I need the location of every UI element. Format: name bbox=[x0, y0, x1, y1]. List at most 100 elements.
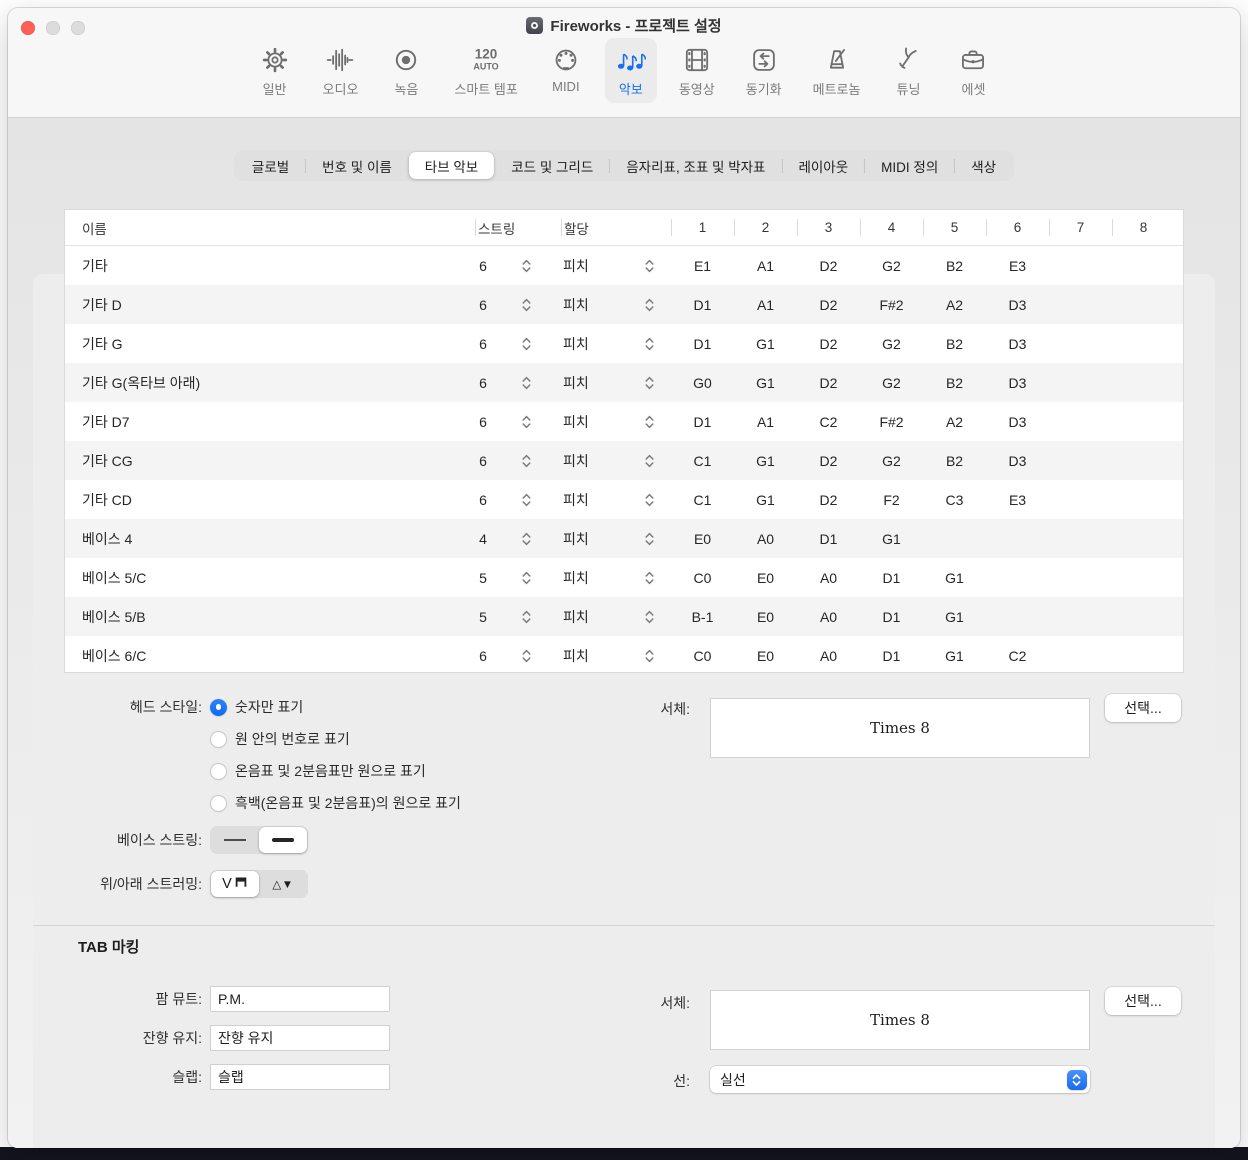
head-style-label: 헤드 스타일: bbox=[129, 699, 202, 715]
head-style-radio-2[interactable] bbox=[210, 730, 227, 748]
line-style-label: 선: bbox=[673, 1073, 690, 1089]
tuning-row[interactable]: 베이스 4 4 피치 E0 A0 D1 G1 bbox=[65, 519, 1183, 558]
string-count-stepper-icon[interactable] bbox=[505, 413, 547, 431]
string-count-stepper-icon[interactable] bbox=[505, 257, 547, 275]
marking-field-input-1[interactable] bbox=[210, 986, 390, 1012]
toolbar-item-smart-tempo[interactable]: 120 AUTO 스마트 템포 bbox=[445, 38, 526, 103]
head-style-radio-1[interactable] bbox=[210, 698, 227, 716]
assignment-stepper-icon[interactable] bbox=[627, 530, 671, 548]
note-cell-string-2: G1 bbox=[756, 452, 775, 469]
tuning-row[interactable]: 베이스 5/C 5 피치 C0 E0 A0 D1 G1 bbox=[65, 558, 1183, 597]
assignment-value: 피치 bbox=[563, 530, 589, 547]
assignment-stepper-icon[interactable] bbox=[627, 335, 671, 353]
bass-string-segment-thin-line[interactable] bbox=[211, 827, 259, 853]
marking-field-input-3[interactable] bbox=[210, 1064, 390, 1090]
note-cell-string-6: E3 bbox=[1008, 257, 1027, 274]
note-cell-string-2: A0 bbox=[756, 530, 775, 547]
toolbar-item-gear[interactable]: 일반 bbox=[249, 38, 301, 103]
toolbar-item-sync[interactable]: 동기화 bbox=[737, 38, 791, 103]
svg-text:120: 120 bbox=[475, 47, 498, 62]
toolbar-item-briefcase[interactable]: 에셋 bbox=[947, 38, 999, 103]
strumming-segment-bow[interactable]: V bbox=[211, 871, 259, 897]
window-chrome: Fireworks - 프로젝트 설정 일반 오디오 녹음 120 AUTO 스마트 템포… bbox=[8, 8, 1240, 118]
tab-2[interactable]: 번호 및 이름 bbox=[306, 152, 408, 179]
note-cell-string-3: A0 bbox=[819, 647, 838, 664]
tab-6[interactable]: 레이아웃 bbox=[782, 152, 864, 179]
marking-field-input-2[interactable] bbox=[210, 1025, 390, 1051]
column-header-string-3: 3 bbox=[797, 210, 860, 245]
note-cell-string-6: D3 bbox=[1008, 413, 1027, 430]
strumming-segment-triangles[interactable]: △▼ bbox=[259, 871, 307, 897]
assignment-stepper-icon[interactable] bbox=[627, 569, 671, 587]
string-count-stepper-icon[interactable] bbox=[505, 452, 547, 470]
assignment-stepper-icon[interactable] bbox=[627, 491, 671, 509]
assignment-value: 피치 bbox=[563, 647, 589, 664]
notation-font-choose-button[interactable]: 선택... bbox=[1105, 694, 1181, 722]
tab-1[interactable]: 글로벌 bbox=[236, 152, 305, 179]
tab-marking-title: TAB 마킹 bbox=[78, 939, 140, 956]
tuning-row[interactable]: 기타 CG 6 피치 C1 G1 D2 G2 B2 D3 bbox=[65, 441, 1183, 480]
tab-8[interactable]: 색상 bbox=[955, 152, 1012, 179]
toolbar-item-film[interactable]: 동영상 bbox=[670, 38, 724, 103]
string-count-stepper-icon[interactable] bbox=[505, 374, 547, 392]
column-header-string-7: 7 bbox=[1049, 210, 1112, 245]
toolbar-item-tuning-fork[interactable]: 튜닝 bbox=[882, 38, 934, 103]
string-count-value: 6 bbox=[479, 647, 487, 664]
string-count-stepper-icon[interactable] bbox=[505, 296, 547, 314]
assignment-stepper-icon[interactable] bbox=[627, 413, 671, 431]
note-cell-string-2: E0 bbox=[756, 608, 775, 625]
tuning-name-cell: 기타 bbox=[82, 257, 108, 274]
assignment-stepper-icon[interactable] bbox=[627, 257, 671, 275]
tab-7[interactable]: MIDI 정의 bbox=[865, 152, 954, 179]
bass-string-segment-thick-line[interactable] bbox=[259, 827, 307, 853]
notation-font-preview-text: Times 8 bbox=[870, 719, 930, 737]
tuning-row[interactable]: 기타 CD 6 피치 C1 G1 D2 F2 C3 E3 bbox=[65, 480, 1183, 519]
head-style-radio-4[interactable] bbox=[210, 794, 227, 812]
toolbar-item-metronome[interactable]: 메트로놈 bbox=[804, 38, 870, 103]
note-cell-string-3: C2 bbox=[819, 413, 838, 430]
tab-5[interactable]: 음자리표, 조표 및 박자표 bbox=[610, 152, 781, 179]
score-settings-tabs: 글로벌 번호 및 이름 타브 악보 코드 및 그리드 음자리표, 조표 및 박자표 레이아… bbox=[233, 150, 1015, 181]
dropdown-stepper-icon bbox=[1066, 1069, 1087, 1090]
string-count-stepper-icon[interactable] bbox=[505, 608, 547, 626]
toolbar-item-waveform[interactable]: 오디오 bbox=[314, 38, 368, 103]
tuning-row[interactable]: 베이스 5/B 5 피치 B-1 E0 A0 D1 G1 bbox=[65, 597, 1183, 636]
note-cell-string-1: C1 bbox=[693, 491, 712, 508]
tuning-row[interactable]: 베이스 6/C 6 피치 C0 E0 A0 D1 G1 C2 bbox=[65, 636, 1183, 672]
note-cell-string-4: D1 bbox=[882, 569, 901, 586]
string-count-stepper-icon[interactable] bbox=[505, 335, 547, 353]
tuning-row[interactable]: 기타 G 6 피치 D1 G1 D2 G2 B2 D3 bbox=[65, 324, 1183, 363]
string-count-stepper-icon[interactable] bbox=[505, 491, 547, 509]
assignment-stepper-icon[interactable] bbox=[627, 452, 671, 470]
tuning-name-cell: 베이스 5/B bbox=[82, 608, 146, 625]
tuning-row[interactable]: 기타 D7 6 피치 D1 A1 C2 F#2 A2 D3 bbox=[65, 402, 1183, 441]
tuning-row[interactable]: 기타 G(옥타브 아래) 6 피치 G0 G1 D2 G2 B2 D3 bbox=[65, 363, 1183, 402]
string-count-value: 6 bbox=[479, 335, 487, 352]
column-header-assignment: 할당 bbox=[561, 210, 671, 245]
assignment-stepper-icon[interactable] bbox=[627, 647, 671, 665]
assignment-value: 피치 bbox=[563, 335, 589, 352]
midi-icon bbox=[551, 43, 581, 77]
string-count-value: 5 bbox=[479, 569, 487, 586]
tuning-row[interactable]: 기타 D 6 피치 D1 A1 D2 F#2 A2 D3 bbox=[65, 285, 1183, 324]
string-count-stepper-icon[interactable] bbox=[505, 569, 547, 587]
assignment-stepper-icon[interactable] bbox=[627, 296, 671, 314]
line-style-value: 실선 bbox=[720, 1071, 746, 1088]
desktop-edge bbox=[0, 1147, 1248, 1160]
assignment-stepper-icon[interactable] bbox=[627, 374, 671, 392]
tab-3[interactable]: 타브 악보 bbox=[408, 152, 495, 179]
note-cell-string-5: G1 bbox=[945, 647, 964, 664]
string-count-stepper-icon[interactable] bbox=[505, 530, 547, 548]
toolbar-item-midi[interactable]: MIDI bbox=[540, 38, 592, 99]
toolbar-item-score-notes[interactable]: 악보 bbox=[604, 38, 657, 103]
string-count-stepper-icon[interactable] bbox=[505, 647, 547, 665]
bass-string-segmented bbox=[210, 826, 308, 854]
tuning-row[interactable]: 기타 6 피치 E1 A1 D2 G2 B2 E3 bbox=[65, 246, 1183, 285]
line-style-dropdown[interactable]: 실선 bbox=[710, 1066, 1090, 1093]
tab-4[interactable]: 코드 및 그리드 bbox=[495, 152, 609, 179]
settings-toolbar: 일반 오디오 녹음 120 AUTO 스마트 템포 MIDI 악보 동영상 동기화 메트로놈 튜닝 에셋 bbox=[8, 38, 1240, 103]
marking-font-choose-button[interactable]: 선택... bbox=[1105, 987, 1181, 1015]
toolbar-item-record[interactable]: 녹음 bbox=[380, 38, 432, 103]
head-style-radio-3[interactable] bbox=[210, 762, 227, 780]
assignment-stepper-icon[interactable] bbox=[627, 608, 671, 626]
